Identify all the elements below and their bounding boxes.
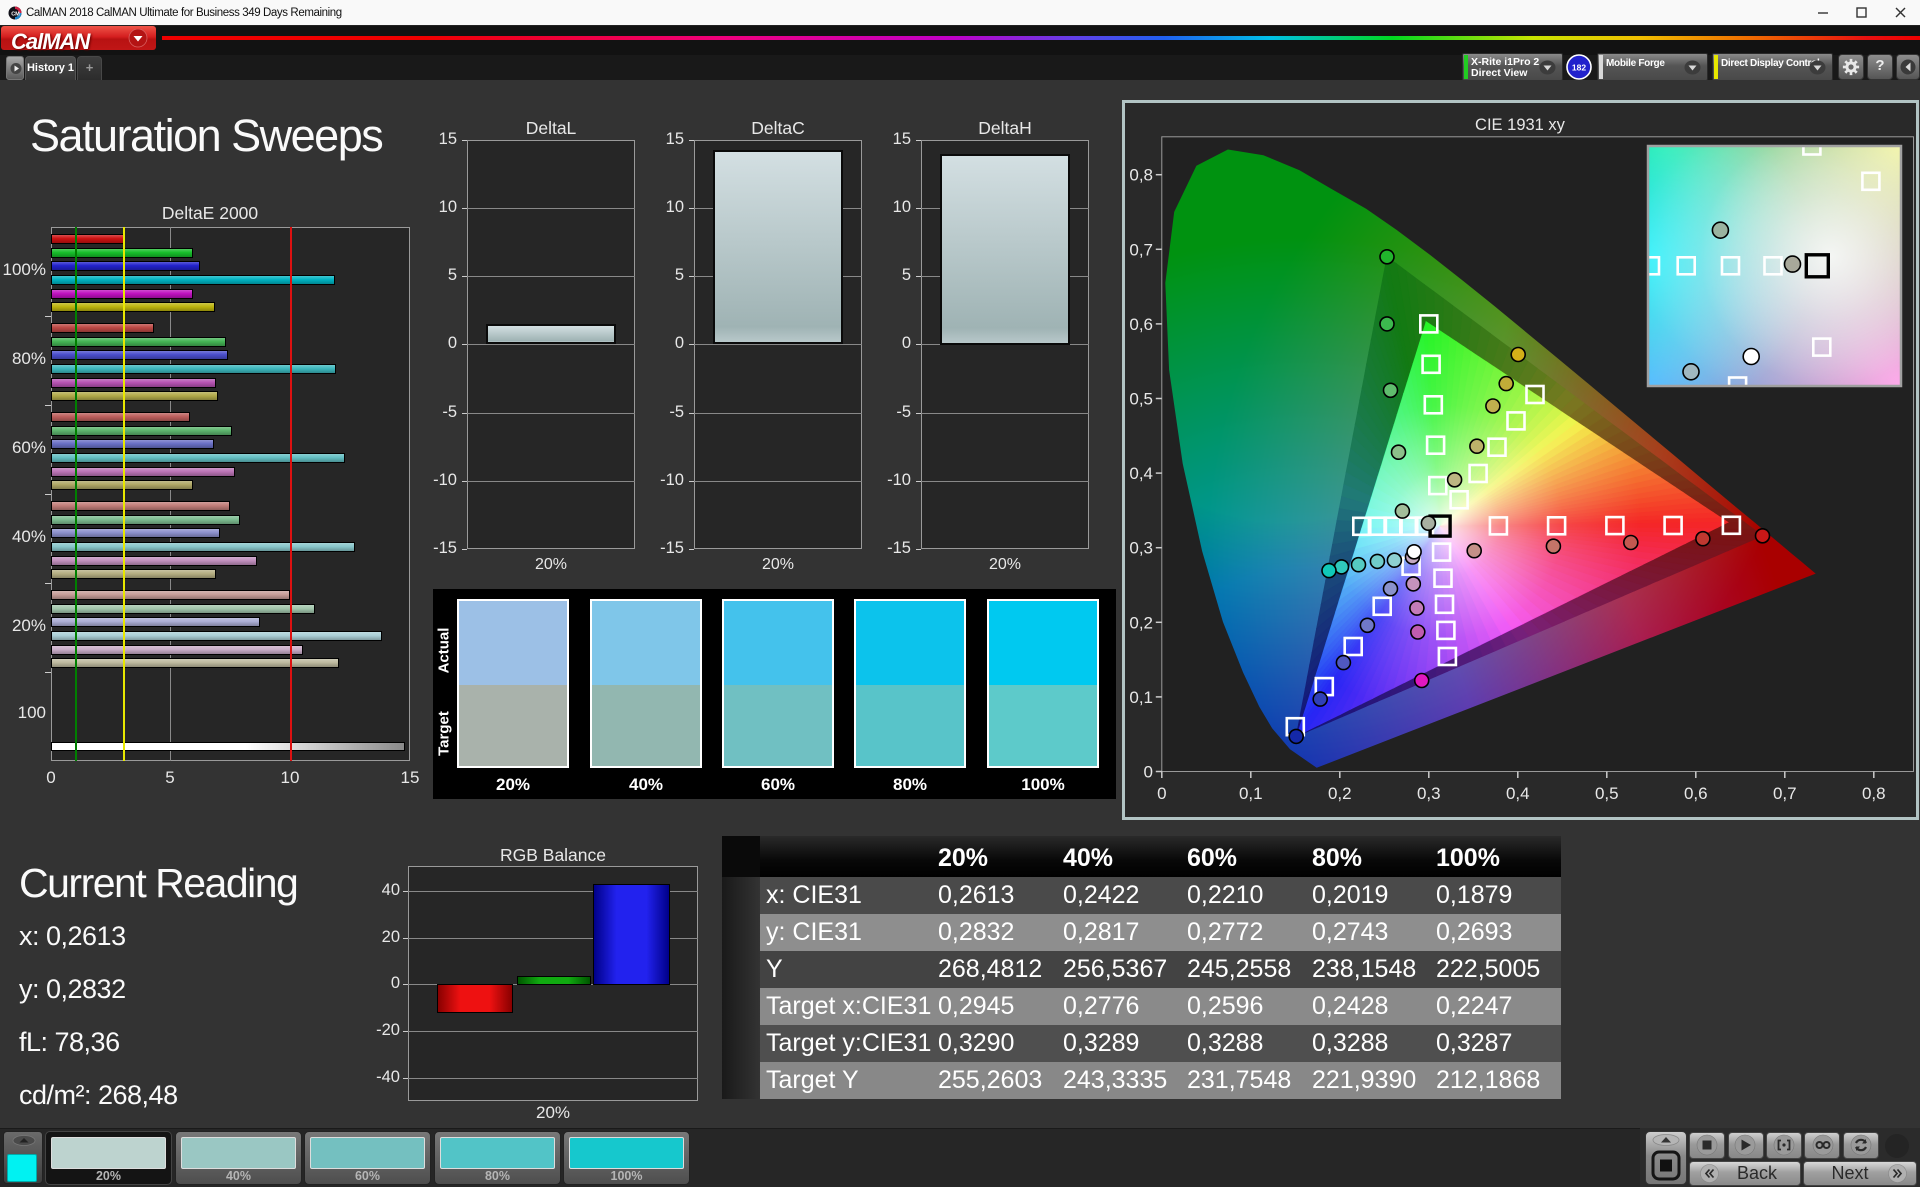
svg-text:0,5: 0,5 <box>1129 390 1153 409</box>
svg-text:0,6: 0,6 <box>1684 784 1708 803</box>
svg-text:0,3: 0,3 <box>1417 784 1441 803</box>
svg-text:0,1: 0,1 <box>1239 784 1263 803</box>
svg-text:0,8: 0,8 <box>1862 784 1886 803</box>
svg-text:0,8: 0,8 <box>1129 166 1153 185</box>
svg-text:0,5: 0,5 <box>1595 784 1619 803</box>
svg-text:CM: CM <box>11 12 20 18</box>
svg-text:0: 0 <box>1157 784 1166 803</box>
svg-text:0,7: 0,7 <box>1773 784 1797 803</box>
svg-text:0,2: 0,2 <box>1129 613 1153 632</box>
svg-text:0,4: 0,4 <box>1129 464 1153 483</box>
svg-text:182: 182 <box>1572 63 1586 73</box>
svg-text:0,4: 0,4 <box>1506 784 1530 803</box>
svg-text:0,2: 0,2 <box>1328 784 1352 803</box>
svg-text:0,6: 0,6 <box>1129 315 1153 334</box>
svg-text:0,7: 0,7 <box>1129 240 1153 259</box>
svg-text:0: 0 <box>1144 763 1153 782</box>
svg-text:0,1: 0,1 <box>1129 688 1153 707</box>
svg-text:0,3: 0,3 <box>1129 539 1153 558</box>
svg-text:CIE 1931 xy: CIE 1931 xy <box>1475 116 1566 134</box>
